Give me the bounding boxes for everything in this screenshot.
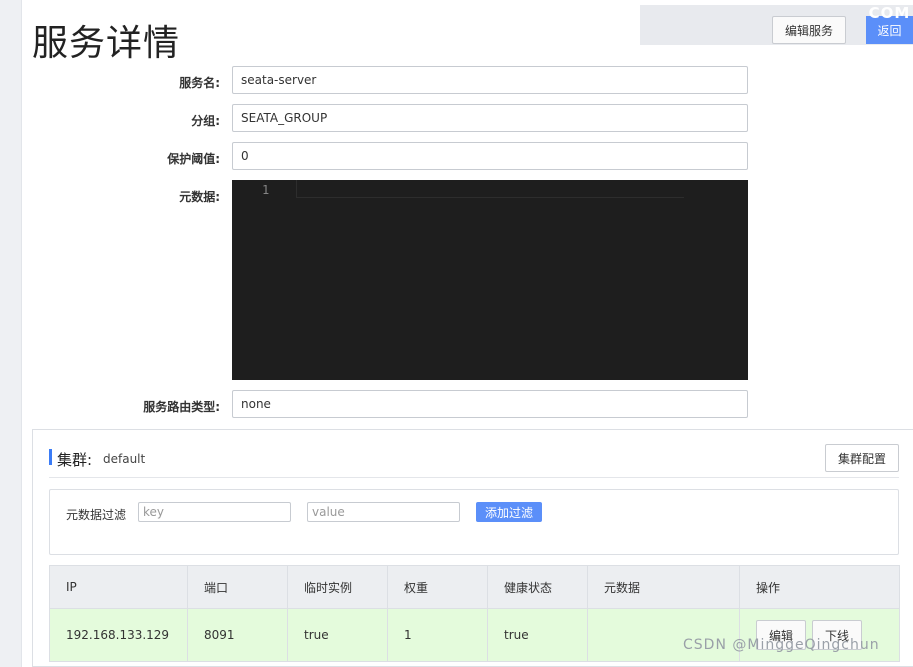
cell-healthy: true — [487, 608, 588, 662]
column-header-port: 端口 — [187, 565, 288, 609]
column-header-ip: IP — [49, 565, 188, 609]
cluster-name: default — [103, 452, 146, 466]
column-header-actions: 操作 — [739, 565, 900, 609]
table-header-row: IP 端口 临时实例 权重 健康状态 元数据 操作 — [49, 565, 900, 609]
page-title: 服务详情 — [32, 23, 181, 64]
protect-threshold-field[interactable]: 0 — [232, 142, 748, 170]
brand-fragment: COM — [868, 4, 911, 22]
metadata-editor[interactable]: 1 — [232, 180, 748, 380]
cell-metadata — [587, 608, 740, 662]
route-type-field[interactable]: none — [232, 390, 748, 418]
cluster-accent-bar — [49, 449, 52, 465]
cluster-divider — [49, 477, 899, 478]
cluster-config-button[interactable]: 集群配置 — [825, 444, 899, 472]
cell-actions: 编辑 下线 — [739, 608, 900, 662]
editor-current-line — [296, 180, 684, 198]
column-header-metadata: 元数据 — [587, 565, 740, 609]
editor-line-number: 1 — [262, 183, 270, 197]
group-label: 分组: — [191, 114, 220, 128]
left-gutter — [0, 0, 22, 667]
table-row: 192.168.133.129 8091 true 1 true 编辑 下线 — [49, 608, 900, 662]
column-header-weight: 权重 — [387, 565, 488, 609]
column-header-ephemeral: 临时实例 — [287, 565, 388, 609]
service-name-field[interactable]: seata-server — [232, 66, 748, 94]
cluster-title: 集群: — [57, 451, 93, 469]
metadata-filter-box — [49, 489, 899, 555]
filter-key-input[interactable]: key — [138, 502, 291, 522]
cell-weight: 1 — [387, 608, 488, 662]
column-header-healthy: 健康状态 — [487, 565, 588, 609]
filter-value-input[interactable]: value — [307, 502, 460, 522]
metadata-label: 元数据: — [179, 190, 220, 204]
watermark: CSDN @MinggeQingchun — [683, 637, 880, 653]
cell-port: 8091 — [187, 608, 288, 662]
cell-ip: 192.168.133.129 — [49, 608, 188, 662]
cell-ephemeral: true — [287, 608, 388, 662]
group-field[interactable]: SEATA_GROUP — [232, 104, 748, 132]
edit-service-button[interactable]: 编辑服务 — [772, 16, 846, 44]
service-name-label: 服务名: — [179, 76, 220, 90]
metadata-filter-label: 元数据过滤 — [66, 508, 127, 522]
protect-threshold-label: 保护阈值: — [167, 152, 220, 166]
route-type-label: 服务路由类型: — [143, 400, 220, 414]
add-filter-button[interactable]: 添加过滤 — [476, 502, 542, 522]
